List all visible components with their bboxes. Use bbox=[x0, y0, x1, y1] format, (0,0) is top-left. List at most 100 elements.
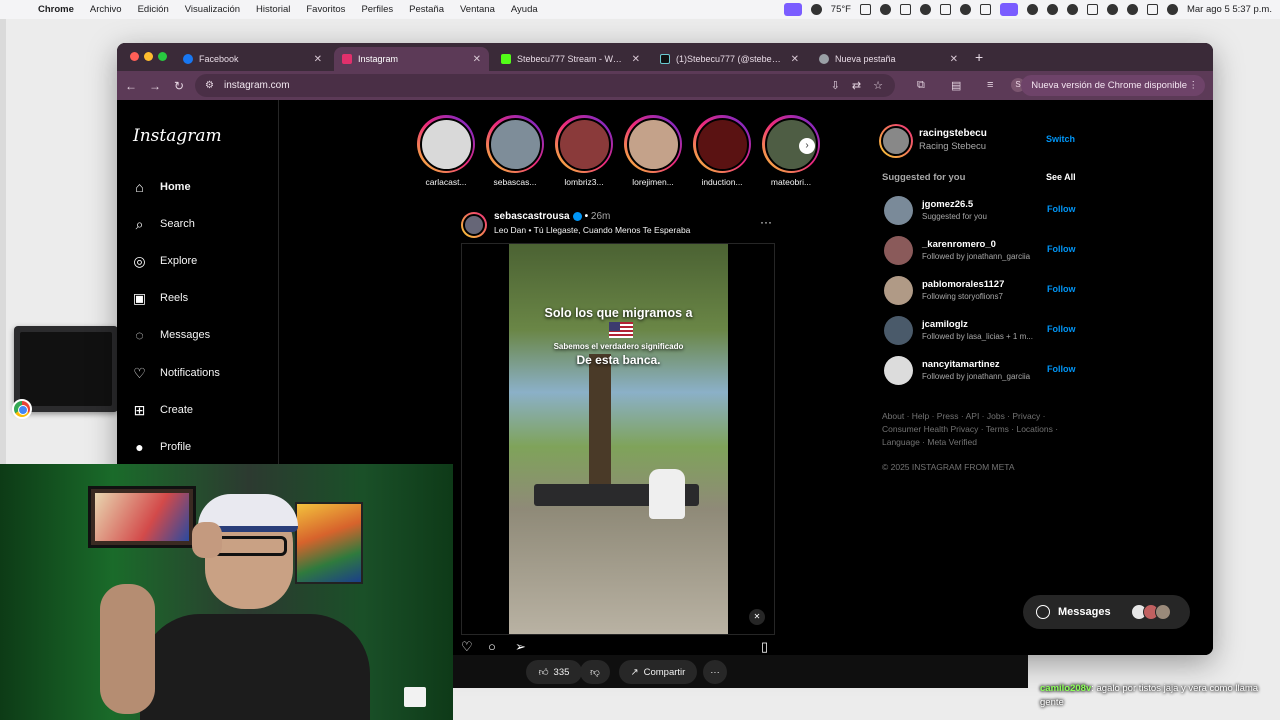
menu-archivo[interactable]: Archivo bbox=[82, 4, 130, 15]
post-username[interactable]: sebascastrousa bbox=[494, 211, 570, 222]
suggestion-username[interactable]: nancyitamartinez bbox=[922, 359, 1000, 370]
install-app-icon[interactable]: ⇩ bbox=[831, 79, 840, 92]
translate-icon[interactable]: ⇄ bbox=[852, 79, 861, 92]
tab-new-tab[interactable]: Nueva pestaña ✕ bbox=[811, 47, 966, 71]
chrome-app-icon[interactable] bbox=[12, 399, 32, 419]
nav-messages[interactable]: ◌ Messages bbox=[131, 322, 210, 348]
current-username[interactable]: racingstebecu bbox=[919, 128, 987, 139]
menu-perfiles[interactable]: Perfiles bbox=[353, 4, 401, 15]
address-bar[interactable]: ⚙ instagram.com ⇩ ⇄ ☆ bbox=[195, 74, 895, 97]
suggestion-username[interactable]: jgomez26.5 bbox=[922, 199, 973, 210]
menu-ayuda[interactable]: Ayuda bbox=[503, 4, 546, 15]
nav-profile[interactable]: ● Profile bbox=[131, 434, 191, 460]
follow-button[interactable]: Follow bbox=[1047, 204, 1076, 214]
suggestion-username[interactable]: pablomorales1127 bbox=[922, 279, 1004, 290]
minimize-window-button[interactable] bbox=[144, 52, 153, 61]
menu-visualizacion[interactable]: Visualización bbox=[177, 4, 248, 15]
tab-facebook[interactable]: Facebook ✕ bbox=[175, 47, 330, 71]
nav-search[interactable]: ⌕ Search bbox=[131, 211, 195, 237]
focus-icon[interactable] bbox=[879, 4, 891, 15]
cast-icon[interactable] bbox=[899, 4, 911, 15]
like-heart-icon[interactable]: ♡ bbox=[461, 639, 473, 655]
new-tab-plus-icon[interactable]: + bbox=[975, 49, 983, 65]
nav-notifications[interactable]: ♡ Notifications bbox=[131, 360, 220, 386]
switch-account-link[interactable]: Switch bbox=[1046, 134, 1075, 144]
instagram-logo[interactable]: Instagram bbox=[133, 126, 222, 146]
more-options-icon[interactable]: ··· bbox=[760, 215, 772, 229]
suggestion-avatar[interactable] bbox=[884, 276, 913, 305]
suggestion-avatar[interactable] bbox=[884, 356, 913, 385]
screen-mirroring-icon[interactable] bbox=[999, 3, 1018, 16]
screen-record-icon[interactable] bbox=[783, 3, 802, 16]
share-button[interactable]: ↗ Compartir bbox=[619, 660, 697, 684]
tab-instagram[interactable]: Instagram ✕ bbox=[334, 47, 489, 71]
tab-kick-stream[interactable]: Stebecu777 Stream - Watch L ✕ bbox=[493, 47, 648, 71]
tab-close-icon[interactable]: ✕ bbox=[473, 54, 481, 65]
like-button[interactable]: 👍︎ 335 bbox=[526, 660, 582, 684]
cloud-icon[interactable] bbox=[810, 4, 822, 15]
nav-home[interactable]: ⌂ Home bbox=[131, 174, 190, 200]
post-audio-track[interactable]: Leo Dan • Tú Llegaste, Cuando Menos Te E… bbox=[494, 225, 690, 235]
save-bookmark-icon[interactable]: ▯ bbox=[761, 639, 768, 655]
nav-explore[interactable]: ◎ Explore bbox=[131, 248, 197, 274]
zoom-window-button[interactable] bbox=[158, 52, 167, 61]
menu-historial[interactable]: Historial bbox=[248, 4, 298, 15]
follow-button[interactable]: Follow bbox=[1047, 284, 1076, 294]
suggestion-avatar[interactable] bbox=[884, 196, 913, 225]
media-controls-icon[interactable]: ≡ bbox=[987, 79, 993, 91]
background-window-thumbnail[interactable] bbox=[14, 326, 118, 412]
nav-create[interactable]: ⊞ Create bbox=[131, 397, 193, 423]
menu-favoritos[interactable]: Favoritos bbox=[298, 4, 353, 15]
tab-close-icon[interactable]: ✕ bbox=[314, 54, 322, 65]
reload-icon[interactable]: ↻ bbox=[167, 79, 191, 93]
airdrop-icon[interactable] bbox=[919, 4, 931, 15]
suggestion-avatar[interactable] bbox=[884, 236, 913, 265]
url-text[interactable]: instagram.com bbox=[224, 80, 290, 91]
current-user-avatar[interactable] bbox=[879, 124, 913, 158]
follow-button[interactable]: Follow bbox=[1047, 364, 1076, 374]
keyboard-icon[interactable] bbox=[1086, 4, 1098, 15]
bluetooth-icon[interactable] bbox=[979, 4, 991, 15]
follow-button[interactable]: Follow bbox=[1047, 244, 1076, 254]
user-switch-icon[interactable] bbox=[1026, 4, 1038, 15]
kebab-menu-icon[interactable]: ⋮ bbox=[1189, 80, 1199, 91]
tab-close-icon[interactable]: ✕ bbox=[950, 54, 958, 65]
menu-app-name[interactable]: Chrome bbox=[30, 4, 82, 15]
close-window-button[interactable] bbox=[130, 52, 139, 61]
wifi-icon[interactable] bbox=[1106, 4, 1118, 15]
extensions-icon[interactable]: ⧉ bbox=[917, 79, 925, 92]
suggestion-username[interactable]: jcamiloglz bbox=[922, 319, 968, 330]
menu-ventana[interactable]: Ventana bbox=[452, 4, 503, 15]
timer-icon[interactable] bbox=[1046, 4, 1058, 15]
see-all-link[interactable]: See All bbox=[1046, 172, 1076, 182]
messages-drawer-button[interactable]: Messages bbox=[1023, 595, 1190, 629]
chrome-update-button[interactable]: Nueva versión de Chrome disponible ⋮ bbox=[1021, 75, 1205, 96]
tab-close-icon[interactable]: ✕ bbox=[791, 54, 799, 65]
tab-tiktok[interactable]: (1)Stebecu777 (@stebecu77 ✕ bbox=[652, 47, 807, 71]
footer-links[interactable]: About · Help · Press · API · Jobs · Priv… bbox=[882, 410, 1072, 449]
spotlight-search-icon[interactable] bbox=[1126, 4, 1138, 15]
post-timestamp[interactable]: 26m bbox=[591, 211, 610, 222]
forward-arrow-icon[interactable]: → bbox=[143, 79, 167, 93]
weather-readout[interactable]: 75°F bbox=[831, 4, 851, 15]
story-item[interactable]: sebascas... bbox=[484, 115, 546, 187]
display-icon[interactable] bbox=[939, 4, 951, 15]
suggestion-username[interactable]: _karenromero_0 bbox=[922, 239, 996, 250]
battery-status-icon[interactable] bbox=[859, 4, 871, 15]
story-item[interactable]: lombriz3... bbox=[553, 115, 615, 187]
menu-edicion[interactable]: Edición bbox=[130, 4, 177, 15]
share-send-icon[interactable]: ➢ bbox=[515, 639, 526, 655]
post-author-avatar[interactable] bbox=[461, 212, 487, 238]
siri-icon[interactable] bbox=[1166, 4, 1178, 15]
tab-close-icon[interactable]: ✕ bbox=[632, 54, 640, 65]
post-video[interactable]: Solo los que migramos a Sabemos el verda… bbox=[509, 244, 728, 634]
site-settings-icon[interactable]: ⚙ bbox=[205, 80, 214, 91]
bookmark-star-icon[interactable]: ☆ bbox=[873, 79, 883, 92]
muted-speaker-icon[interactable]: ✕ bbox=[749, 609, 765, 625]
story-item[interactable]: carlacast... bbox=[415, 115, 477, 187]
control-center-icon[interactable] bbox=[1146, 4, 1158, 15]
nav-reels[interactable]: ▣ Reels bbox=[131, 285, 188, 311]
leaf-icon[interactable] bbox=[959, 4, 971, 15]
play-icon[interactable] bbox=[1066, 4, 1078, 15]
story-item[interactable]: lorejimen... bbox=[622, 115, 684, 187]
